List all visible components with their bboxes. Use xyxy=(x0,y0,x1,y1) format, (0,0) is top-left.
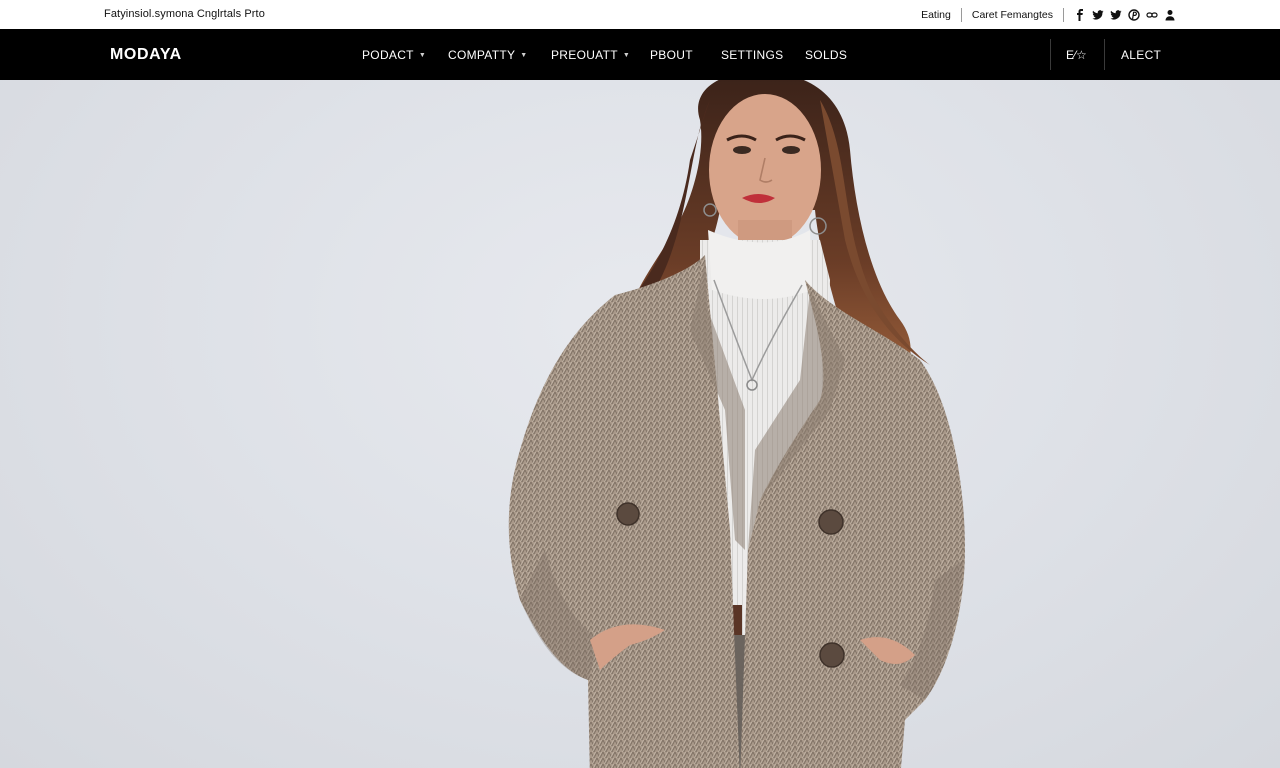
link-icon[interactable] xyxy=(1146,9,1158,21)
nav-item-label: PBOUT xyxy=(650,48,693,62)
nav-item-label: SOLDS xyxy=(805,48,848,62)
nav-item-label: SETTINGS xyxy=(721,48,784,62)
nav-item-preouatt[interactable]: PREOUATT ▼ xyxy=(551,48,630,62)
nav-item-settings[interactable]: SETTINGS xyxy=(721,48,783,62)
divider xyxy=(960,7,962,22)
nav-item-pbout[interactable]: PBOUT xyxy=(650,48,693,62)
twitter-icon[interactable] xyxy=(1110,9,1122,21)
hero-model-image xyxy=(508,80,965,768)
facebook-icon[interactable] xyxy=(1074,8,1086,21)
language-selector[interactable]: E⁄☆ xyxy=(1066,48,1087,62)
nav-item-label: PODACT xyxy=(362,48,414,62)
chevron-down-icon: ▼ xyxy=(520,51,528,59)
utility-bar: Fatyinsiol.symona Cnglrtals Prto Eating … xyxy=(0,0,1280,29)
nav-item-label: PREOUATT xyxy=(551,48,618,62)
social-icons xyxy=(1074,8,1176,21)
utility-links: Eating Caret Femangtes xyxy=(921,0,1176,29)
nav-divider xyxy=(1050,39,1051,70)
twitter-icon[interactable] xyxy=(1092,9,1104,21)
pinterest-icon[interactable] xyxy=(1128,8,1140,21)
chevron-down-icon: ▼ xyxy=(418,51,427,59)
alect-button[interactable]: ALECT xyxy=(1121,48,1161,62)
site-logo[interactable]: MODAYA xyxy=(110,46,182,64)
user-icon[interactable] xyxy=(1164,9,1176,21)
nav-item-podact[interactable]: PODACT ▼ xyxy=(362,48,426,62)
site-tagline: Fatyinsiol.symona Cnglrtals Prto xyxy=(104,8,265,20)
nav-item-solds[interactable]: SOLDS xyxy=(805,48,847,62)
nav-item-compatty[interactable]: COMPATTY ▼ xyxy=(448,48,528,62)
caret-femangtes-link[interactable]: Caret Femangtes xyxy=(972,9,1053,21)
hero-banner xyxy=(0,80,1280,768)
chevron-down-icon: ▼ xyxy=(622,51,631,59)
nav-divider xyxy=(1104,39,1105,70)
eating-link[interactable]: Eating xyxy=(921,9,951,21)
main-navbar: MODAYA PODACT ▼ COMPATTY ▼ PREOUATT ▼ PB… xyxy=(0,29,1280,80)
divider xyxy=(1063,7,1064,22)
nav-item-label: COMPATTY xyxy=(448,48,516,62)
